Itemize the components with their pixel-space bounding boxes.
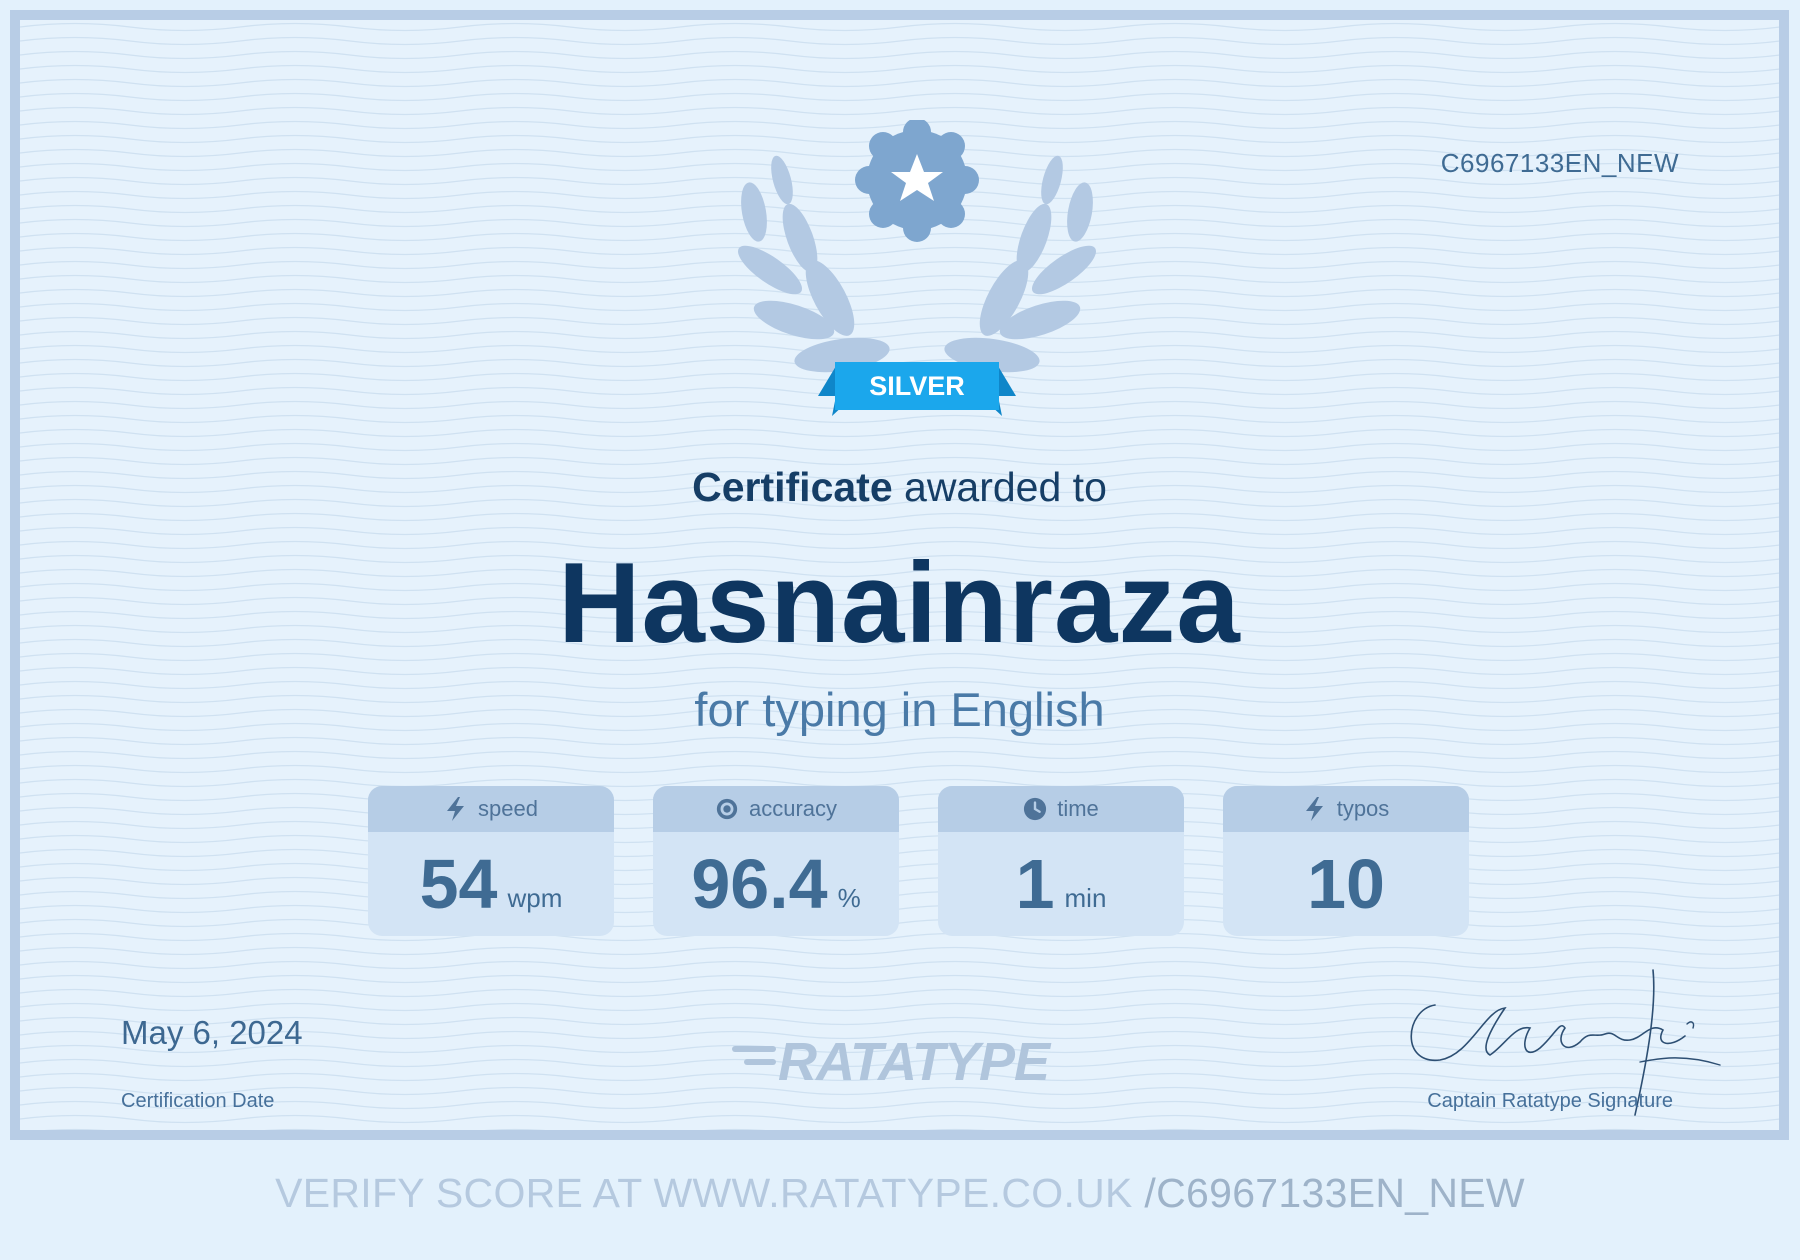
verify-code: /C6967133EN_NEW — [1144, 1170, 1525, 1216]
certificate-heading: Certificate awarded to — [20, 464, 1779, 511]
stat-unit: % — [837, 883, 861, 913]
stat-header: time — [938, 786, 1184, 832]
stat-value: 10 — [1307, 845, 1385, 923]
stat-body: 10 — [1223, 832, 1469, 936]
verify-prefix: VERIFY SCORE AT WWW.RATATYPE.CO.UK — [275, 1170, 1145, 1216]
certificate-subtitle: for typing in English — [694, 683, 1105, 736]
stat-value: 1 — [1015, 845, 1055, 923]
stat-header: speed — [368, 786, 614, 832]
laurel-badge-emblem: SILVER — [737, 120, 1097, 416]
stat-body: 96.4 % — [653, 832, 899, 936]
stat-label: speed — [478, 796, 538, 821]
certificate-id: C6967133EN_NEW — [1440, 148, 1679, 178]
stat-header: accuracy — [653, 786, 899, 832]
stats-row: speed 54 wpm accuracy 96.4 % time 1 min … — [368, 786, 1472, 938]
stat-label: time — [1057, 796, 1099, 821]
silver-ribbon: SILVER — [818, 362, 1016, 416]
lightning-icon — [1305, 797, 1323, 821]
stat-card-time: time 1 min — [938, 786, 1184, 936]
stat-label: accuracy — [748, 796, 838, 821]
heading-rest: awarded to — [892, 464, 1107, 510]
stat-card-typos: typos 10 — [1223, 786, 1469, 936]
stat-label: typos — [1336, 796, 1390, 821]
seal-star-icon — [855, 120, 979, 242]
certification-date-label: Certification Date — [121, 1090, 275, 1112]
stat-value: 96.4 — [691, 845, 828, 923]
logo-text: RATATYPE — [778, 1032, 1052, 1090]
stat-card-speed: speed 54 wpm — [368, 786, 614, 936]
lightning-icon — [447, 797, 465, 821]
stat-body: 1 min — [938, 832, 1184, 936]
target-icon — [716, 798, 738, 820]
clock-icon — [1024, 797, 1047, 821]
heading-strong: Certificate — [692, 464, 893, 510]
stat-unit: wpm — [507, 883, 563, 913]
recipient-name: Hasnainraza — [558, 540, 1241, 667]
stat-unit: min — [1064, 883, 1107, 913]
certification-date: May 6, 2024 — [121, 1014, 303, 1051]
signature-label: Captain Ratatype Signature — [1427, 1090, 1673, 1112]
verify-footer: VERIFY SCORE AT WWW.RATATYPE.CO.UK /C696… — [0, 1170, 1800, 1217]
badge-label: SILVER — [869, 371, 965, 401]
stat-body: 54 wpm — [368, 832, 614, 936]
stat-value: 54 — [419, 845, 498, 923]
certificate-frame: C6967133EN_NEW SILVER Certificate awarde… — [10, 10, 1789, 1140]
stat-card-accuracy: accuracy 96.4 % — [653, 786, 899, 936]
ratatype-logo: RATATYPE — [732, 1032, 1053, 1090]
stat-header: typos — [1223, 786, 1469, 832]
